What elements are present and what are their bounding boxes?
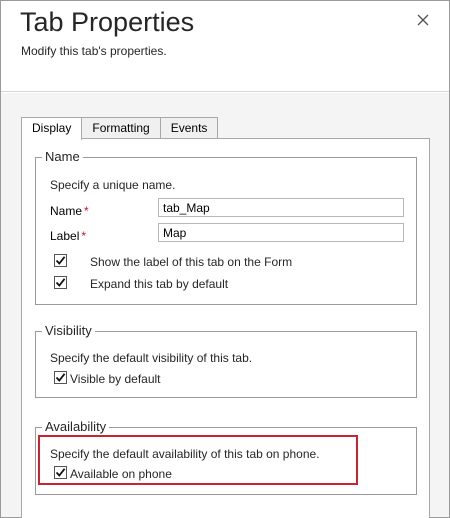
tab-formatting[interactable]: Formatting — [81, 117, 161, 139]
dialog-subtitle: Modify this tab's properties. — [21, 44, 167, 58]
close-icon — [417, 14, 429, 26]
availability-section-legend: Availability — [42, 419, 110, 434]
visible-by-default-checkbox[interactable] — [54, 371, 67, 384]
checkmark-icon — [55, 373, 66, 382]
visibility-section-description: Specify the default visibility of this t… — [50, 351, 253, 365]
label-input[interactable] — [158, 223, 404, 242]
visibility-section-legend: Visibility — [42, 323, 95, 338]
available-on-phone-text: Available on phone — [70, 467, 172, 481]
tab-panel-display: Name Specify a unique name. Name* Label*… — [21, 138, 430, 518]
name-section: Name Specify a unique name. Name* Label*… — [35, 149, 417, 305]
show-label-checkbox[interactable] — [54, 254, 67, 267]
name-section-legend: Name — [42, 149, 83, 164]
dialog-header: Tab Properties Modify this tab's propert… — [1, 1, 449, 92]
label-field-label: Label * — [50, 229, 87, 243]
expand-tab-checkbox[interactable] — [54, 276, 67, 289]
show-label-text: Show the label of this tab on the Form — [90, 255, 293, 269]
close-button[interactable] — [414, 11, 432, 29]
name-field-label: Name * — [50, 204, 89, 218]
tab-events[interactable]: Events — [159, 117, 219, 139]
name-input[interactable] — [158, 198, 404, 217]
availability-section-description: Specify the default availability of this… — [50, 447, 320, 461]
required-marker: * — [84, 204, 89, 218]
required-marker: * — [81, 229, 87, 243]
availability-section: Availability Specify the default availab… — [35, 419, 417, 495]
visibility-section: Visibility Specify the default visibilit… — [35, 323, 417, 398]
dialog-title: Tab Properties — [20, 7, 195, 37]
name-section-description: Specify a unique name. — [50, 178, 176, 192]
dialog-content: Display Formatting Events Name Specify a… — [1, 93, 449, 518]
tab-display[interactable]: Display — [21, 117, 83, 140]
expand-tab-text: Expand this tab by default — [90, 277, 229, 291]
dialog-window: Tab Properties Modify this tab's propert… — [0, 0, 450, 518]
tab-strip: Display Formatting Events — [21, 117, 219, 140]
available-on-phone-checkbox[interactable] — [54, 466, 67, 479]
checkmark-icon — [55, 256, 66, 265]
visible-by-default-text: Visible by default — [70, 372, 161, 386]
checkmark-icon — [55, 278, 66, 287]
checkmark-icon — [55, 468, 66, 477]
